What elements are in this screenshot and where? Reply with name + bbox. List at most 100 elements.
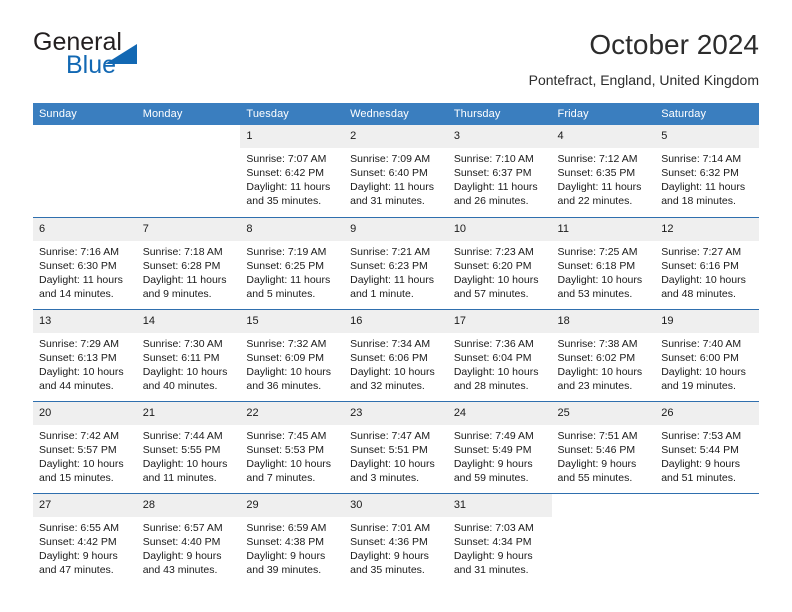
page-title: October 2024 (589, 29, 759, 60)
day-sun-info: Sunrise: 7:09 AM Sunset: 6:40 PM Daylight:… (344, 148, 448, 208)
daylight-text: Daylight: 10 hours and 19 minutes. (661, 365, 746, 392)
day-number: 7 (136, 217, 241, 241)
sunset-text: Sunset: 4:40 PM (142, 535, 221, 548)
sunset-text: Sunset: 5:55 PM (142, 443, 221, 456)
sunset-text: Sunset: 6:09 PM (246, 351, 325, 364)
sunrise-text: Sunrise: 7:49 AM (453, 429, 534, 442)
daylight-text: Daylight: 11 hours and 14 minutes. (39, 273, 123, 300)
calendar-day-cell[interactable]: 3 Sunrise: 7:10 AM Sunset: 6:37 PM Daylight… (447, 125, 552, 217)
daylight-text: Daylight: 11 hours and 9 minutes. (142, 273, 227, 300)
day-number: 22 (240, 401, 345, 425)
calendar-cell-empty (33, 125, 137, 217)
calendar-day-cell[interactable]: 9 Sunrise: 7:21 AM Sunset: 6:23 PM Daylight… (344, 216, 448, 309)
calendar-day-cell[interactable]: 4 Sunrise: 7:12 AM Sunset: 6:35 PM Daylight… (551, 125, 656, 217)
brand-logo[interactable]: General Blue (33, 28, 273, 92)
sunset-text: Sunset: 6:11 PM (142, 351, 220, 364)
calendar-day-cell[interactable]: 7 Sunrise: 7:18 AM Sunset: 6:28 PM Daylight… (136, 216, 241, 309)
calendar-day-cell[interactable]: 1 Sunrise: 7:07 AM Sunset: 6:42 PM Daylight… (240, 125, 345, 217)
day-sun-info: Sunrise: 7:51 AM Sunset: 5:46 PM Daylight:… (552, 425, 656, 485)
daylight-text: Daylight: 9 hours and 35 minutes. (350, 549, 429, 576)
calendar-day-cell[interactable]: 26 Sunrise: 7:53 AM Sunset: 5:44 PM Dayligh… (655, 400, 759, 493)
calendar-day-cell[interactable]: 5 Sunrise: 7:14 AM Sunset: 6:32 PM Daylight… (655, 125, 759, 217)
day-number: 2 (344, 125, 448, 148)
day-sun-info: Sunrise: 7:53 AM Sunset: 5:44 PM Daylight:… (655, 425, 759, 485)
daylight-text: Daylight: 9 hours and 47 minutes. (39, 549, 118, 576)
sunrise-text: Sunrise: 6:57 AM (142, 521, 223, 534)
day-sun-info: Sunrise: 7:23 AM Sunset: 6:20 PM Daylight:… (448, 241, 552, 301)
calendar-week-row: 27 Sunrise: 6:55 AM Sunset: 4:42 PM Dayligh… (33, 492, 759, 585)
daylight-text: Daylight: 11 hours and 22 minutes. (557, 181, 642, 208)
calendar-day-cell[interactable]: 17 Sunrise: 7:36 AM Sunset: 6:04 PM Dayligh… (447, 308, 552, 401)
sunset-text: Sunset: 5:57 PM (39, 443, 117, 456)
calendar-day-cell[interactable]: 29 Sunrise: 6:59 AM Sunset: 4:38 PM Dayligh… (240, 492, 345, 585)
day-number: 5 (655, 125, 759, 148)
sunrise-text: Sunrise: 7:29 AM (39, 337, 119, 350)
daylight-text: Daylight: 10 hours and 36 minutes. (246, 365, 332, 392)
calendar-day-cell[interactable]: 16 Sunrise: 7:34 AM Sunset: 6:06 PM Dayligh… (344, 308, 448, 401)
sunrise-text: Sunrise: 7:32 AM (246, 337, 327, 350)
calendar-day-cell[interactable]: 2 Sunrise: 7:09 AM Sunset: 6:40 PM Daylight… (344, 125, 448, 217)
calendar-day-cell[interactable]: 23 Sunrise: 7:47 AM Sunset: 5:51 PM Dayligh… (344, 400, 448, 493)
calendar-day-cell[interactable]: 8 Sunrise: 7:19 AM Sunset: 6:25 PM Daylight… (240, 216, 345, 309)
daylight-text: Daylight: 10 hours and 57 minutes. (453, 273, 539, 300)
daylight-text: Daylight: 10 hours and 15 minutes. (39, 457, 124, 484)
day-number: 25 (551, 401, 656, 425)
calendar-day-cell[interactable]: 6 Sunrise: 7:16 AM Sunset: 6:30 PM Daylight… (33, 216, 137, 309)
calendar-day-cell[interactable]: 20 Sunrise: 7:42 AM Sunset: 5:57 PM Dayligh… (33, 400, 137, 493)
calendar-day-cell[interactable]: 25 Sunrise: 7:51 AM Sunset: 5:46 PM Dayligh… (551, 400, 656, 493)
day-sun-info: Sunrise: 7:10 AM Sunset: 6:37 PM Daylight:… (448, 148, 552, 208)
sunrise-text: Sunrise: 7:44 AM (142, 429, 223, 442)
sunrise-text: Sunrise: 6:59 AM (246, 521, 327, 534)
day-number: 20 (33, 401, 137, 425)
calendar-day-cell[interactable]: 10 Sunrise: 7:23 AM Sunset: 6:20 PM Dayligh… (447, 216, 552, 309)
calendar-week-row: 6 Sunrise: 7:16 AM Sunset: 6:30 PM Daylight… (33, 216, 759, 309)
day-number: 21 (136, 401, 241, 425)
daylight-text: Daylight: 9 hours and 43 minutes. (142, 549, 222, 576)
sunset-text: Sunset: 5:51 PM (350, 443, 428, 456)
calendar-day-cell[interactable]: 28 Sunrise: 6:57 AM Sunset: 4:40 PM Dayligh… (136, 492, 241, 585)
daylight-text: Daylight: 11 hours and 26 minutes. (453, 181, 538, 208)
sunset-text: Sunset: 4:34 PM (453, 535, 532, 548)
title-block: October 2024 Pontefract, England, United… (529, 28, 759, 90)
sunrise-text: Sunrise: 7:03 AM (453, 521, 534, 534)
sunset-text: Sunset: 6:37 PM (453, 167, 532, 180)
calendar-day-cell[interactable]: 24 Sunrise: 7:49 AM Sunset: 5:49 PM Dayligh… (447, 400, 552, 493)
calendar-day-cell[interactable]: 22 Sunrise: 7:45 AM Sunset: 5:53 PM Dayligh… (240, 400, 345, 493)
sunrise-text: Sunrise: 7:09 AM (350, 153, 431, 165)
calendar-day-cell[interactable]: 15 Sunrise: 7:32 AM Sunset: 6:09 PM Dayligh… (240, 308, 345, 401)
day-number: 27 (33, 493, 137, 517)
daylight-text: Daylight: 10 hours and 40 minutes. (142, 365, 228, 392)
daylight-text: Daylight: 10 hours and 3 minutes. (350, 457, 435, 484)
day-number: 26 (655, 401, 759, 425)
brand-name-blue: Blue (66, 51, 117, 79)
day-number: 31 (447, 493, 552, 517)
day-sun-info: Sunrise: 7:19 AM Sunset: 6:25 PM Daylight:… (240, 241, 344, 301)
day-sun-info: Sunrise: 7:32 AM Sunset: 6:09 PM Daylight:… (240, 333, 344, 393)
page-header: General Blue October 2024 Pontefract, En… (33, 28, 759, 100)
day-sun-info: Sunrise: 7:42 AM Sunset: 5:57 PM Daylight:… (33, 425, 137, 485)
sunset-text: Sunset: 6:20 PM (453, 259, 532, 272)
calendar-day-cell[interactable]: 31 Sunrise: 7:03 AM Sunset: 4:34 PM Dayligh… (447, 492, 552, 585)
weekday-header-saturday: Saturday (655, 103, 759, 125)
sunset-text: Sunset: 5:53 PM (246, 443, 325, 456)
calendar-day-cell[interactable]: 14 Sunrise: 7:30 AM Sunset: 6:11 PM Dayligh… (136, 308, 241, 401)
calendar-day-cell[interactable]: 19 Sunrise: 7:40 AM Sunset: 6:00 PM Dayligh… (655, 308, 759, 401)
sunrise-text: Sunrise: 7:40 AM (661, 337, 742, 350)
calendar-day-cell[interactable]: 13 Sunrise: 7:29 AM Sunset: 6:13 PM Dayligh… (33, 308, 137, 401)
calendar-day-cell[interactable]: 30 Sunrise: 7:01 AM Sunset: 4:36 PM Dayligh… (344, 492, 448, 585)
day-number: 28 (136, 493, 241, 517)
day-number: 19 (655, 309, 759, 333)
daylight-text: Daylight: 10 hours and 7 minutes. (246, 457, 332, 484)
daylight-text: Daylight: 11 hours and 18 minutes. (661, 181, 746, 208)
sunset-text: Sunset: 6:18 PM (557, 259, 636, 272)
sunrise-text: Sunrise: 7:16 AM (39, 245, 119, 258)
day-sun-info: Sunrise: 7:44 AM Sunset: 5:55 PM Daylight:… (137, 425, 241, 485)
sunrise-text: Sunrise: 7:12 AM (557, 153, 638, 165)
calendar-day-cell[interactable]: 11 Sunrise: 7:25 AM Sunset: 6:18 PM Dayligh… (551, 216, 656, 309)
calendar-day-cell[interactable]: 21 Sunrise: 7:44 AM Sunset: 5:55 PM Dayligh… (136, 400, 241, 493)
day-sun-info: Sunrise: 7:01 AM Sunset: 4:36 PM Daylight:… (344, 517, 448, 577)
day-sun-info: Sunrise: 7:38 AM Sunset: 6:02 PM Daylight:… (552, 333, 656, 393)
calendar-day-cell[interactable]: 27 Sunrise: 6:55 AM Sunset: 4:42 PM Dayligh… (33, 492, 137, 585)
calendar-day-cell[interactable]: 12 Sunrise: 7:27 AM Sunset: 6:16 PM Dayligh… (655, 216, 759, 309)
calendar-day-cell[interactable]: 18 Sunrise: 7:38 AM Sunset: 6:02 PM Dayligh… (551, 308, 656, 401)
